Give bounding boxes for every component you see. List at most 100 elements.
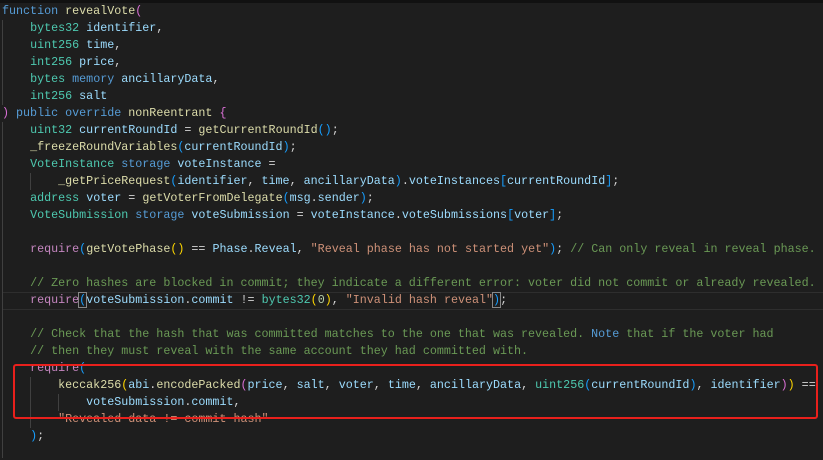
code-token: bytes32	[261, 293, 311, 307]
code-token: salt	[79, 89, 108, 103]
code-line[interactable]: VoteInstance storage voteInstance =	[2, 156, 276, 173]
code-token: ;	[37, 429, 45, 443]
code-token: ;	[612, 174, 620, 188]
code-token: voteSubmission	[191, 208, 290, 222]
code-token: currentRoundId	[79, 123, 178, 137]
code-token: // Can only reveal in reveal phase.	[570, 242, 816, 256]
code-token: storage	[121, 157, 171, 171]
code-line[interactable]: // Zero hashes are blocked in commit; th…	[2, 275, 816, 292]
code-token: !=	[233, 293, 262, 307]
code-token: ;	[556, 242, 571, 256]
code-line[interactable]: int256 price,	[2, 54, 121, 71]
code-line[interactable]: int256 salt	[2, 88, 107, 105]
code-line[interactable]: uint32 currentRoundId = getCurrentRoundI…	[2, 122, 339, 139]
code-token: =	[177, 123, 199, 137]
code-token: override	[65, 106, 122, 120]
code-token: (	[135, 4, 143, 18]
code-token: // Check that the hash that was committe…	[30, 327, 592, 341]
code-token: .	[401, 174, 409, 188]
code-line[interactable]: _freezeRoundVariables(currentRoundId);	[2, 139, 297, 156]
code-token: require	[30, 293, 80, 307]
code-token: msg	[289, 191, 311, 205]
code-token: voteInstances	[408, 174, 501, 188]
code-token: int256	[30, 55, 73, 69]
code-token: identifier	[86, 21, 157, 35]
code-token: bytes	[30, 72, 66, 86]
code-token: ;	[331, 123, 339, 137]
code-token: price	[79, 55, 115, 69]
code-token: voter	[514, 208, 550, 222]
code-line[interactable]: require(getVotePhase() == Phase.Reveal, …	[2, 241, 816, 258]
code-token: bytes32	[30, 21, 80, 35]
code-token: ancillaryData	[303, 174, 395, 188]
code-token: )	[492, 292, 502, 308]
code-token: commit	[191, 293, 234, 307]
code-token: public	[16, 106, 59, 120]
code-token: ;	[556, 208, 564, 222]
code-line[interactable]: require(voteSubmission.commit != bytes32…	[2, 292, 507, 309]
code-token: identifier	[177, 174, 248, 188]
code-line[interactable]: bytes memory ancillaryData,	[2, 71, 219, 88]
code-token: VoteSubmission	[30, 208, 129, 222]
code-token: currentRoundId	[507, 174, 606, 188]
code-token: voteSubmission	[86, 293, 185, 307]
code-line[interactable]: );	[2, 428, 44, 445]
code-line[interactable]: uint256 time,	[2, 37, 121, 54]
code-line[interactable]: ) public override nonReentrant {	[2, 105, 226, 122]
code-token: voteInstance	[310, 208, 395, 222]
code-token: )	[2, 106, 10, 120]
code-token: 0	[317, 293, 325, 307]
code-token: ;	[289, 140, 297, 154]
code-token: ancillaryData	[121, 72, 213, 86]
code-token: ,	[212, 72, 220, 86]
code-line[interactable]: address voter = getVoterFromDelegate(msg…	[2, 190, 374, 207]
code-token: Note	[591, 327, 620, 341]
code-token: // Zero hashes are blocked in commit; th…	[30, 276, 816, 290]
code-token: getVoterFromDelegate	[142, 191, 283, 205]
code-token: .	[247, 242, 255, 256]
code-token: Phase	[212, 242, 248, 256]
code-line[interactable]: function revealVote(	[2, 3, 142, 20]
code-token: ==	[184, 242, 213, 256]
code-token: =	[121, 191, 143, 205]
code-token: _getPriceRequest	[58, 174, 171, 188]
code-token: memory	[72, 72, 115, 86]
code-token: {	[219, 106, 227, 120]
code-token: voteInstance	[177, 157, 262, 171]
code-token: (	[310, 293, 318, 307]
code-token: function	[2, 4, 59, 18]
code-line[interactable]: // then they must reveal with the same a…	[2, 343, 528, 360]
code-token: )	[324, 293, 332, 307]
code-token: [	[500, 174, 508, 188]
code-token: int256	[30, 89, 73, 103]
code-token: ,	[247, 174, 262, 188]
code-token: Reveal	[254, 242, 297, 256]
code-token: storage	[135, 208, 185, 222]
code-line[interactable]: _getPriceRequest(identifier, time, ancil…	[2, 173, 619, 190]
code-token: require	[30, 242, 80, 256]
code-line[interactable]: bytes32 identifier,	[2, 20, 163, 37]
code-token: "Invalid hash reveal"	[345, 293, 494, 307]
code-line[interactable]: // Check that the hash that was committe…	[2, 326, 774, 343]
code-token: ,	[289, 174, 304, 188]
code-token: VoteInstance	[30, 157, 115, 171]
code-token: =	[261, 157, 276, 171]
code-token: ,	[296, 242, 311, 256]
code-line[interactable]: VoteSubmission storage voteSubmission = …	[2, 207, 563, 224]
code-token: that if the voter had	[619, 327, 774, 341]
code-token: .	[310, 191, 318, 205]
code-token: ()	[170, 242, 185, 256]
code-token: sender	[317, 191, 360, 205]
code-token: voteSubmissions	[401, 208, 508, 222]
